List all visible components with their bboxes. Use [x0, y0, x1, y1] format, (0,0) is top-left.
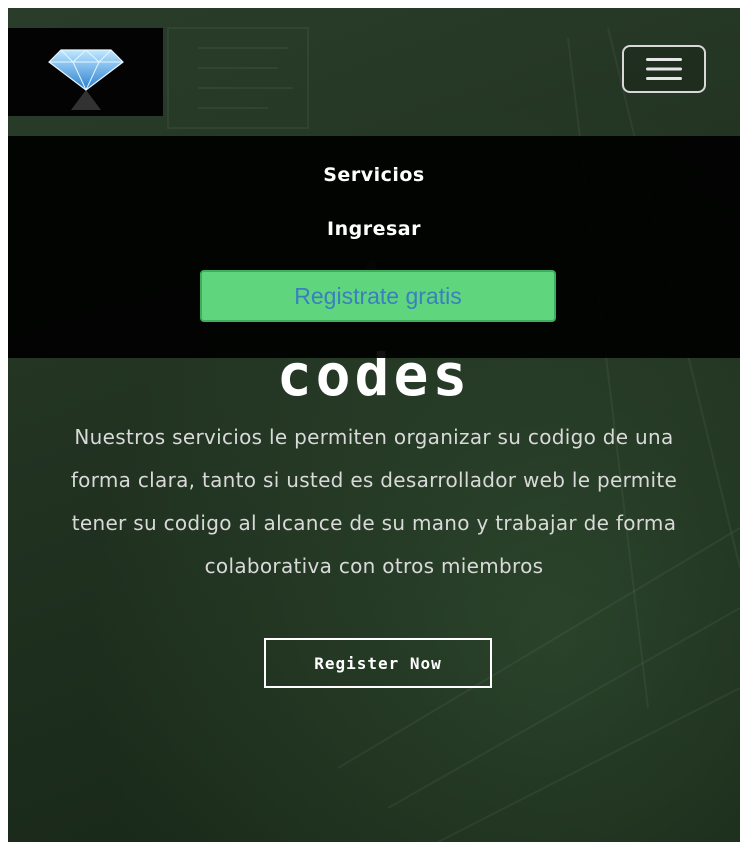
hero-description: Nuestros servicios le permiten organizar…: [70, 425, 678, 578]
nav-link-servicios[interactable]: Servicios: [8, 164, 740, 186]
diamond-icon: [47, 49, 124, 110]
nav-link-ingresar[interactable]: Ingresar: [8, 218, 740, 240]
hero-section: A codes Servicios Ingresar Registrate gr…: [8, 8, 740, 842]
nav-dropdown-panel: Servicios Ingresar Registrate gratis: [8, 136, 740, 358]
register-now-button[interactable]: Register Now: [264, 638, 492, 688]
logo[interactable]: [8, 28, 163, 116]
menu-toggle-button[interactable]: [622, 45, 706, 93]
signup-button[interactable]: Registrate gratis: [200, 270, 556, 322]
hamburger-menu-icon: [646, 58, 682, 80]
